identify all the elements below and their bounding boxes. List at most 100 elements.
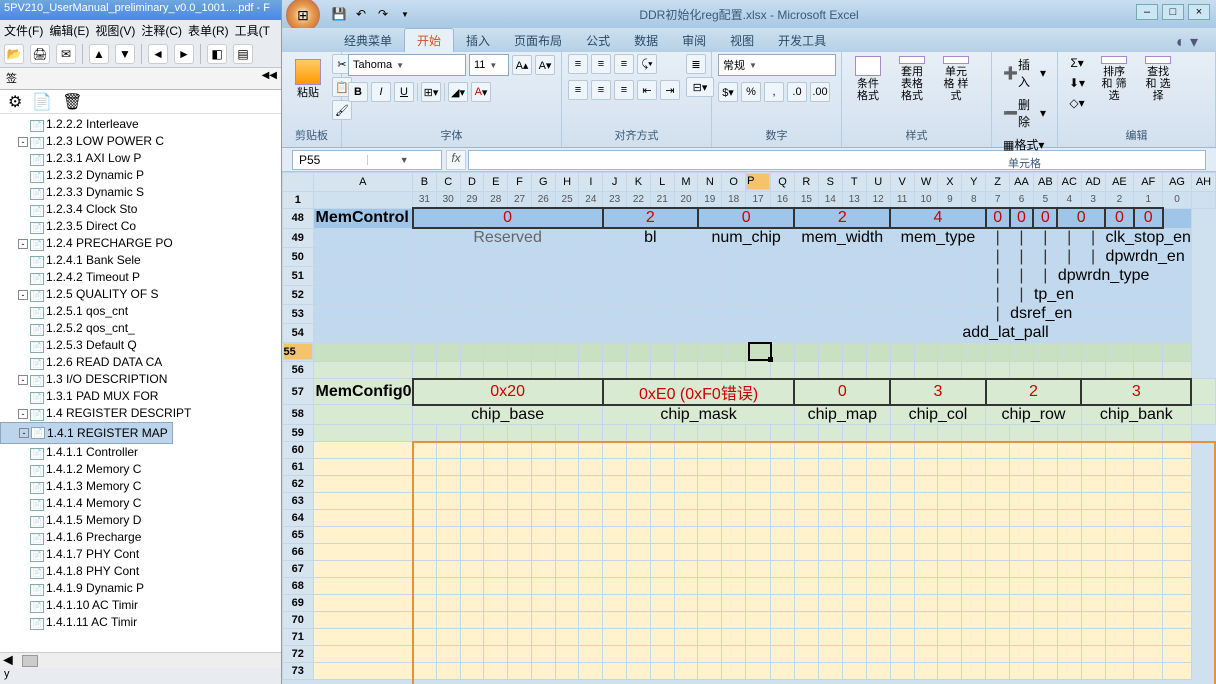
clear-button[interactable]: ◇▾ (1064, 94, 1090, 112)
comma-icon[interactable]: , (764, 82, 784, 102)
nav-back-icon[interactable]: ◄ (148, 44, 168, 64)
bm-new-icon[interactable]: 📄 (32, 92, 52, 112)
row-header[interactable]: 54 (283, 324, 314, 343)
worksheet-grid[interactable]: ABCDEFGHIJKLMNOPQRSTUVWXYZAAABACADAEAFAG… (282, 172, 1216, 684)
bookmark-node[interactable]: 📄1.4.1.7 PHY Cont (0, 546, 281, 563)
row-header[interactable]: 72 (283, 645, 314, 662)
row-header[interactable]: 61 (283, 458, 314, 475)
percent-icon[interactable]: % (741, 82, 761, 102)
sort-filter-button[interactable]: 排序和 筛选 (1094, 54, 1134, 104)
format-cells-button[interactable]: ▦格式▾ (998, 134, 1049, 155)
bookmark-node[interactable]: 📄1.2.4.2 Timeout P (0, 269, 281, 286)
align-left-icon[interactable]: ≡ (568, 80, 588, 100)
align-right-icon[interactable]: ≡ (614, 80, 634, 100)
inc-decimal-icon[interactable]: .0 (787, 82, 807, 102)
col-header[interactable]: Q (771, 173, 795, 192)
ribbon-tab-4[interactable]: 公式 (574, 29, 622, 52)
font-color-button[interactable]: A▾ (471, 82, 491, 102)
bold-button[interactable]: B (348, 82, 368, 102)
row-header[interactable]: 69 (283, 594, 314, 611)
bookmark-node[interactable]: 📄1.2.3.2 Dynamic P (0, 167, 281, 184)
col-header[interactable]: O (722, 173, 746, 192)
bookmark-node[interactable]: 📄1.2.3.1 AXI Low P (0, 150, 281, 167)
pdf-menu-edit[interactable]: 编辑(E) (49, 22, 89, 38)
row-header[interactable]: 1 (283, 191, 314, 208)
minimize-button[interactable]: – (1136, 4, 1158, 20)
conditional-format-button[interactable]: 条件格式 (848, 54, 888, 104)
row-header[interactable]: 68 (283, 577, 314, 594)
col-header[interactable]: R (794, 173, 818, 192)
row-header[interactable]: 60 (283, 441, 314, 458)
print-icon[interactable]: 🖨 (30, 44, 50, 64)
font-size-select[interactable]: 11▼ (469, 54, 509, 76)
bm-settings-icon[interactable]: ⚙ (8, 92, 22, 112)
ribbon-tab-5[interactable]: 数据 (622, 29, 670, 52)
row-header[interactable]: 55 (283, 343, 313, 360)
nav-fwd-icon[interactable]: ► (174, 44, 194, 64)
underline-button[interactable]: U (394, 82, 414, 102)
bookmark-node[interactable]: 📄1.4.1.11 AC Timir (0, 614, 281, 631)
bookmark-node[interactable]: 📄1.2.3.3 Dynamic S (0, 184, 281, 201)
bookmarks-tab[interactable]: 签 ◀◀ (0, 68, 281, 90)
ribbon-tab-0[interactable]: 经典菜单 (332, 29, 404, 52)
currency-icon[interactable]: $▾ (718, 82, 738, 102)
col-header[interactable]: J (603, 173, 627, 192)
pdf-menu-form[interactable]: 表单(R) (188, 22, 229, 38)
col-header[interactable]: AB (1033, 173, 1057, 192)
name-box[interactable]: P55▼ (292, 150, 442, 170)
row-header[interactable]: 50 (283, 248, 314, 267)
bookmark-node[interactable]: 📄1.4.1.2 Memory C (0, 461, 281, 478)
col-header[interactable]: S (818, 173, 842, 192)
formula-input[interactable] (468, 150, 1206, 170)
pdf-menu-file[interactable]: 文件(F) (4, 22, 43, 38)
col-header[interactable]: D (460, 173, 484, 192)
bookmark-node[interactable]: 📄1.2.5.3 Default Q (0, 337, 281, 354)
help-icon[interactable]: ◐ ▾ (1176, 32, 1198, 52)
align-top-icon[interactable]: ≡ (568, 54, 588, 74)
col-header[interactable]: V (890, 173, 914, 192)
bookmark-tree[interactable]: 📄1.2.2.2 Interleave-📄1.2.3 LOW POWER C📄1… (0, 114, 281, 652)
fill-color-button[interactable]: ◢▾ (448, 82, 468, 102)
font-name-select[interactable]: Tahoma▼ (348, 54, 466, 76)
col-header[interactable]: AC (1057, 173, 1081, 192)
redo-icon[interactable]: ↷ (374, 5, 392, 23)
col-header[interactable]: T (842, 173, 866, 192)
row-header[interactable]: 62 (283, 475, 314, 492)
number-format-select[interactable]: 常规▼ (718, 54, 836, 76)
ribbon-tab-3[interactable]: 页面布局 (502, 29, 574, 52)
col-header[interactable]: F (508, 173, 532, 192)
bookmark-node[interactable]: -📄1.2.3 LOW POWER C (0, 133, 281, 150)
col-header[interactable]: AA (1010, 173, 1034, 192)
maximize-button[interactable]: □ (1162, 4, 1184, 20)
bookmark-node[interactable]: 📄1.4.1.8 PHY Cont (0, 563, 281, 580)
col-header[interactable]: Z (986, 173, 1010, 192)
bookmark-node[interactable]: 📄1.2.3.5 Direct Co (0, 218, 281, 235)
row-header[interactable]: 65 (283, 526, 314, 543)
col-header[interactable]: A (313, 173, 413, 192)
open-icon[interactable]: 📂 (4, 44, 24, 64)
ribbon-tab-7[interactable]: 视图 (718, 29, 766, 52)
col-header[interactable]: L (650, 173, 674, 192)
bookmark-node[interactable]: 📄1.4.1.10 AC Timir (0, 597, 281, 614)
find-select-button[interactable]: 查找和 选择 (1138, 54, 1178, 104)
bookmark-node[interactable]: 📄1.4.1.6 Precharge (0, 529, 281, 546)
undo-icon[interactable]: ↶ (352, 5, 370, 23)
col-header[interactable]: C (436, 173, 460, 192)
col-header[interactable]: G (531, 173, 555, 192)
col-header[interactable]: X (938, 173, 962, 192)
row-header[interactable]: 48 (283, 208, 314, 228)
row-header[interactable]: 57 (283, 379, 314, 405)
borders-button[interactable]: ⊞▾ (421, 82, 441, 102)
qat-more-icon[interactable]: ▼ (396, 5, 414, 23)
bookmark-node[interactable]: -📄1.2.5 QUALITY OF S (0, 286, 281, 303)
col-header[interactable]: B (413, 173, 437, 192)
dec-decimal-icon[interactable]: .00 (810, 82, 830, 102)
row-header[interactable]: 67 (283, 560, 314, 577)
bookmark-node[interactable]: 📄1.4.1.4 Memory C (0, 495, 281, 512)
align-middle-icon[interactable]: ≡ (591, 54, 611, 74)
row-header[interactable]: 59 (283, 424, 314, 441)
bm-delete-icon[interactable]: 🗑 (62, 92, 82, 112)
row-header[interactable]: 64 (283, 509, 314, 526)
bookmark-node[interactable]: -📄1.2.4 PRECHARGE PO (0, 235, 281, 252)
fill-button[interactable]: ⬇▾ (1064, 74, 1090, 92)
